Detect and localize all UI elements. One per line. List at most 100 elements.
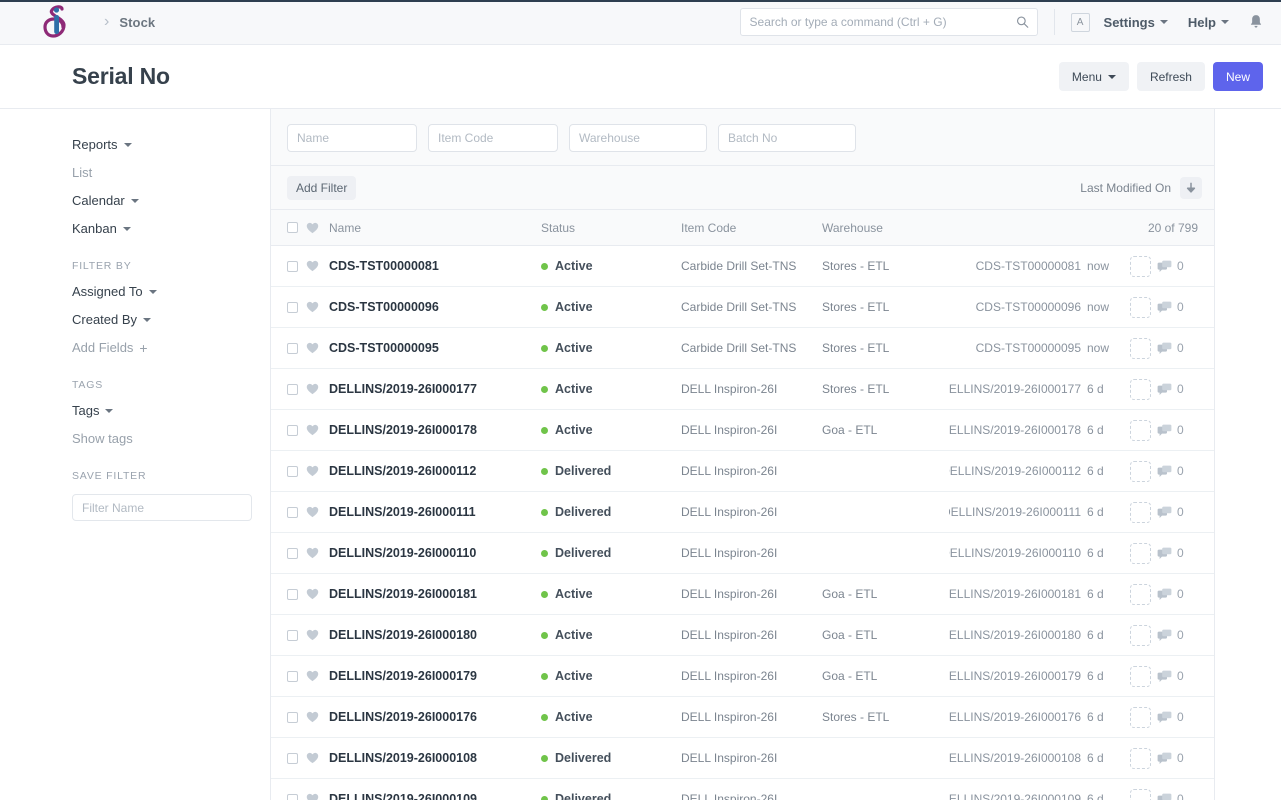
favorite-heart-icon[interactable]: [306, 711, 319, 723]
table-row[interactable]: DELLINS/2019-26I000108DeliveredDELL Insp…: [271, 738, 1214, 779]
row-comments[interactable]: 0: [1157, 792, 1184, 800]
avatar[interactable]: A: [1071, 13, 1090, 32]
row-assignee-placeholder[interactable]: [1123, 543, 1157, 564]
sort-field-label[interactable]: Last Modified On: [1080, 181, 1171, 195]
row-assignee-placeholder[interactable]: [1123, 420, 1157, 441]
sidebar-item-calendar[interactable]: Calendar: [72, 193, 270, 208]
column-header-status[interactable]: Status: [541, 221, 681, 235]
row-checkbox[interactable]: [287, 589, 298, 600]
comment-icon[interactable]: [1157, 793, 1172, 800]
row-assignee-placeholder[interactable]: [1123, 338, 1157, 359]
comment-icon[interactable]: [1157, 629, 1172, 642]
row-comments[interactable]: 0: [1157, 546, 1184, 560]
row-name-link[interactable]: DELLINS/2019-26I000178: [329, 423, 541, 437]
breadcrumb-item-stock[interactable]: Stock: [119, 15, 155, 30]
row-comments[interactable]: 0: [1157, 382, 1184, 396]
row-assignee-placeholder[interactable]: [1123, 461, 1157, 482]
row-name-link[interactable]: DELLINS/2019-26I000112: [329, 464, 541, 478]
row-checkbox[interactable]: [287, 384, 298, 395]
comment-icon[interactable]: [1157, 465, 1172, 478]
table-row[interactable]: DELLINS/2019-26I000178ActiveDELL Inspiro…: [271, 410, 1214, 451]
table-row[interactable]: DELLINS/2019-26I000109DeliveredDELL Insp…: [271, 779, 1214, 800]
table-row[interactable]: DELLINS/2019-26I000112DeliveredDELL Insp…: [271, 451, 1214, 492]
comment-icon[interactable]: [1157, 752, 1172, 765]
favorite-heart-icon[interactable]: [306, 547, 319, 559]
table-row[interactable]: CDS-TST00000095ActiveCarbide Drill Set-T…: [271, 328, 1214, 369]
add-fields-button[interactable]: Add Fields +: [72, 340, 270, 355]
filter-input-name[interactable]: [287, 124, 417, 152]
row-comments[interactable]: 0: [1157, 669, 1184, 683]
row-name-link[interactable]: DELLINS/2019-26I000179: [329, 669, 541, 683]
row-assignee-placeholder[interactable]: [1123, 707, 1157, 728]
row-checkbox[interactable]: [287, 507, 298, 518]
menu-button[interactable]: Menu: [1059, 62, 1129, 91]
row-checkbox[interactable]: [287, 712, 298, 723]
comment-icon[interactable]: [1157, 301, 1172, 314]
row-checkbox[interactable]: [287, 466, 298, 477]
refresh-button[interactable]: Refresh: [1137, 62, 1205, 91]
row-comments[interactable]: 0: [1157, 710, 1184, 724]
table-row[interactable]: DELLINS/2019-26I000110DeliveredDELL Insp…: [271, 533, 1214, 574]
favorite-heart-icon[interactable]: [306, 793, 319, 800]
favorite-heart-icon[interactable]: [306, 670, 319, 682]
column-header-name[interactable]: Name: [329, 221, 541, 235]
row-assignee-placeholder[interactable]: [1123, 748, 1157, 769]
row-name-link[interactable]: DELLINS/2019-26I000180: [329, 628, 541, 642]
search-icon[interactable]: [1016, 16, 1029, 29]
row-checkbox[interactable]: [287, 302, 298, 313]
row-name-link[interactable]: DELLINS/2019-26I000109: [329, 792, 541, 800]
filter-input-batch-no[interactable]: [718, 124, 856, 152]
favorite-heart-icon[interactable]: [306, 301, 319, 313]
row-name-link[interactable]: DELLINS/2019-26I000108: [329, 751, 541, 765]
row-name-link[interactable]: CDS-TST00000081: [329, 259, 541, 273]
row-assignee-placeholder[interactable]: [1123, 666, 1157, 687]
row-assignee-placeholder[interactable]: [1123, 789, 1157, 800]
add-filter-button[interactable]: Add Filter: [287, 176, 356, 200]
row-checkbox[interactable]: [287, 671, 298, 682]
sidebar-filter-assigned-to[interactable]: Assigned To: [72, 284, 270, 299]
table-row[interactable]: DELLINS/2019-26I000111DeliveredDELL Insp…: [271, 492, 1214, 533]
row-name-link[interactable]: CDS-TST00000096: [329, 300, 541, 314]
comment-icon[interactable]: [1157, 711, 1172, 724]
row-assignee-placeholder[interactable]: [1123, 625, 1157, 646]
row-comments[interactable]: 0: [1157, 300, 1184, 314]
show-tags-link[interactable]: Show tags: [72, 431, 270, 446]
row-checkbox[interactable]: [287, 425, 298, 436]
help-menu[interactable]: Help: [1188, 15, 1229, 30]
filter-input-warehouse[interactable]: [569, 124, 707, 152]
favorite-heart-icon[interactable]: [306, 629, 319, 641]
comment-icon[interactable]: [1157, 383, 1172, 396]
row-checkbox[interactable]: [287, 753, 298, 764]
table-row[interactable]: DELLINS/2019-26I000180ActiveDELL Inspiro…: [271, 615, 1214, 656]
row-name-link[interactable]: DELLINS/2019-26I000176: [329, 710, 541, 724]
filter-input-item-code[interactable]: [428, 124, 558, 152]
row-comments[interactable]: 0: [1157, 464, 1184, 478]
notifications-bell-icon[interactable]: [1249, 14, 1263, 30]
favorite-heart-icon[interactable]: [306, 342, 319, 354]
comment-icon[interactable]: [1157, 670, 1172, 683]
row-checkbox[interactable]: [287, 548, 298, 559]
favorite-heart-icon[interactable]: [306, 424, 319, 436]
sidebar-item-kanban[interactable]: Kanban: [72, 221, 270, 236]
favorite-heart-icon[interactable]: [306, 588, 319, 600]
row-name-link[interactable]: CDS-TST00000095: [329, 341, 541, 355]
row-checkbox[interactable]: [287, 794, 298, 800]
comment-icon[interactable]: [1157, 342, 1172, 355]
row-comments[interactable]: 0: [1157, 259, 1184, 273]
favorite-heart-icon[interactable]: [306, 260, 319, 272]
row-comments[interactable]: 0: [1157, 587, 1184, 601]
sidebar-filter-created-by[interactable]: Created By: [72, 312, 270, 327]
column-header-item-code[interactable]: Item Code: [681, 221, 822, 235]
comment-icon[interactable]: [1157, 547, 1172, 560]
select-all-checkbox[interactable]: [287, 222, 298, 233]
row-name-link[interactable]: DELLINS/2019-26I000111: [329, 505, 541, 519]
column-header-warehouse[interactable]: Warehouse: [822, 221, 949, 235]
row-name-link[interactable]: DELLINS/2019-26I000177: [329, 382, 541, 396]
sidebar-tags-dropdown[interactable]: Tags: [72, 403, 270, 418]
table-row[interactable]: DELLINS/2019-26I000179ActiveDELL Inspiro…: [271, 656, 1214, 697]
filter-name-input[interactable]: [72, 494, 252, 521]
row-checkbox[interactable]: [287, 343, 298, 354]
row-checkbox[interactable]: [287, 630, 298, 641]
table-row[interactable]: CDS-TST00000096ActiveCarbide Drill Set-T…: [271, 287, 1214, 328]
sort-direction-button[interactable]: [1180, 177, 1202, 199]
